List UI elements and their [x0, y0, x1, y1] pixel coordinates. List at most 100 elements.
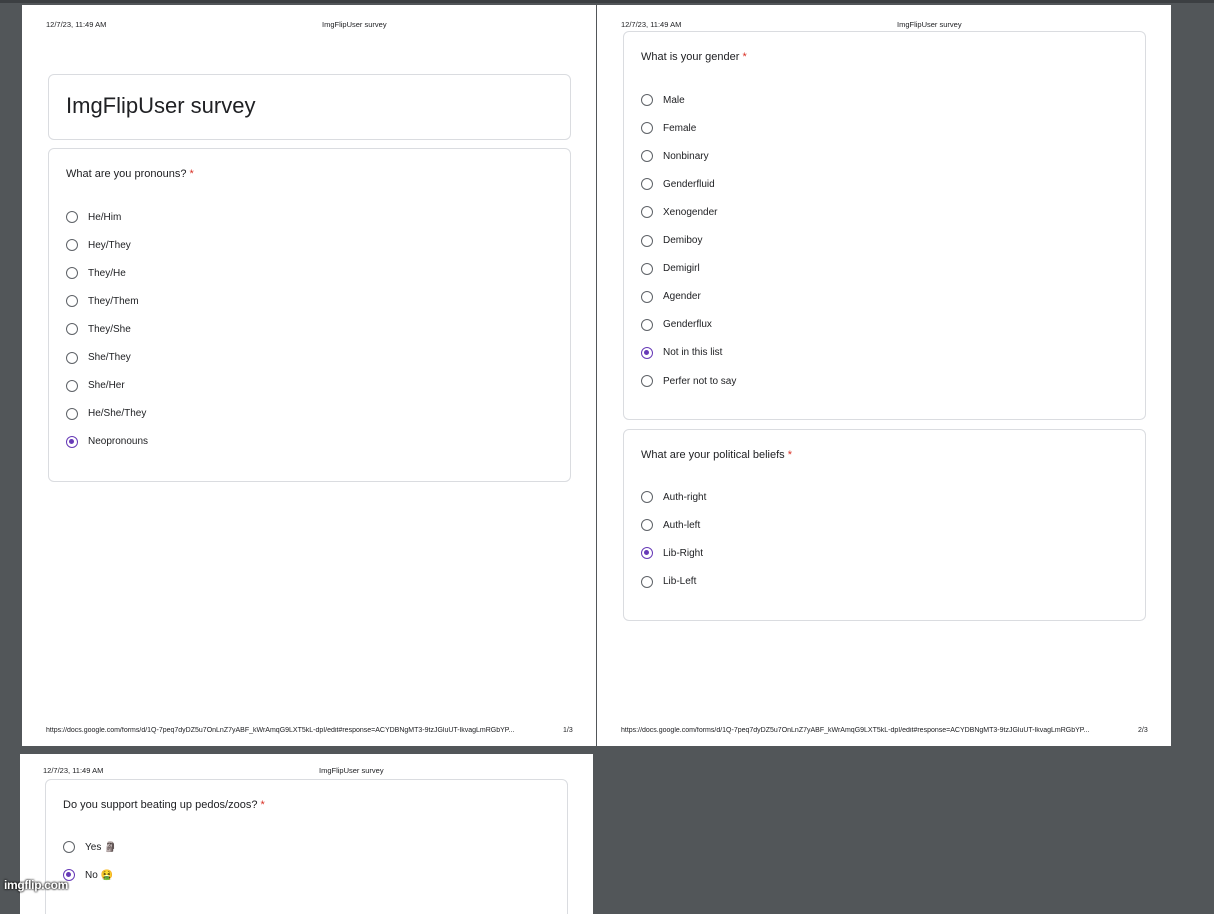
- radio-option[interactable]: They/She: [66, 321, 131, 337]
- radio-button-selected[interactable]: [641, 346, 653, 359]
- radio-option-label: They/She: [88, 323, 131, 335]
- radio-button[interactable]: [641, 491, 653, 503]
- radio-option[interactable]: Lib-Left: [641, 574, 696, 590]
- radio-option[interactable]: Male: [641, 92, 685, 108]
- radio-button[interactable]: [66, 267, 78, 280]
- radio-option[interactable]: No 🤮: [63, 867, 113, 883]
- radio-option-label: Hey/They: [88, 239, 131, 251]
- radio-option-label: She/Her: [88, 380, 125, 392]
- radio-option[interactable]: Genderflux: [641, 317, 712, 333]
- radio-option[interactable]: They/Them: [66, 293, 139, 309]
- radio-option-label: He/She/They: [88, 408, 147, 420]
- radio-option-label: Agender: [663, 291, 701, 303]
- radio-option[interactable]: Female: [641, 120, 696, 136]
- radio-button-selected[interactable]: [66, 435, 78, 448]
- question-text: What is your gender *: [641, 51, 747, 63]
- radio-option-label: Auth-right: [663, 491, 707, 503]
- radio-option[interactable]: Demigirl: [641, 261, 700, 277]
- radio-option-label: Perfer not to say: [663, 375, 737, 387]
- radio-button[interactable]: [641, 290, 653, 303]
- radio-button[interactable]: [641, 575, 653, 588]
- radio-option-label: No 🤮: [85, 869, 114, 881]
- radio-option-label: Yes 🗿: [85, 841, 117, 853]
- required-asterisk: *: [787, 449, 792, 461]
- radio-option-label: Female: [663, 122, 697, 134]
- page-header-datetime: 12/7/23, 11:49 AM: [43, 766, 104, 775]
- radio-option-label: They/Them: [88, 295, 139, 307]
- radio-option-label: She/They: [88, 352, 131, 363]
- radio-option[interactable]: Perfer not to say: [641, 373, 736, 389]
- radio-button[interactable]: [641, 262, 653, 275]
- radio-option[interactable]: Nonbinary: [641, 148, 709, 164]
- pdf-page-3: 12/7/23, 11:49 AM ImgFlipUser survey Do …: [20, 754, 593, 914]
- radio-option[interactable]: Agender: [641, 289, 701, 305]
- radio-button[interactable]: [641, 519, 653, 532]
- question-card-gender: What is your gender * Male Female Nonbinary…: [623, 31, 1146, 420]
- radio-option[interactable]: Lib-Right: [641, 545, 703, 561]
- radio-option-label: Neopronouns: [88, 436, 149, 448]
- radio-option[interactable]: Genderfluid: [641, 176, 715, 192]
- radio-button[interactable]: [66, 239, 78, 252]
- viewer-top-bar: [0, 0, 1214, 3]
- question-card-pronouns: What are you pronouns? * He/Him Hey/They Th…: [48, 148, 571, 482]
- page-header-datetime: 12/7/23, 11:49 AM: [621, 20, 682, 29]
- radio-option-label: Lib-Right: [663, 547, 704, 559]
- radio-button[interactable]: [641, 234, 653, 247]
- radio-option[interactable]: Xenogender: [641, 204, 718, 220]
- radio-option[interactable]: He/She/They: [66, 406, 146, 422]
- required-asterisk: *: [260, 799, 265, 811]
- imgflip-watermark: imgflip.com: [4, 878, 69, 892]
- form-title-card: ImgFlipUser survey: [48, 74, 571, 140]
- page-footer-url: https://docs.google.com/forms/d/1Q-7peq7…: [621, 727, 1090, 734]
- radio-option[interactable]: Not in this list: [641, 345, 722, 361]
- radio-option-label: Male: [663, 94, 685, 106]
- radio-button[interactable]: [66, 295, 78, 308]
- radio-button[interactable]: [641, 122, 653, 135]
- radio-option-label: Genderfluid: [663, 178, 715, 190]
- radio-option-label: Lib-Left: [663, 576, 697, 588]
- question-text: What are you pronouns? *: [66, 168, 194, 180]
- radio-button[interactable]: [641, 178, 653, 191]
- radio-option-label: Demiboy: [663, 235, 703, 246]
- radio-option[interactable]: She/They: [66, 350, 131, 366]
- radio-option[interactable]: Yes 🗿: [63, 839, 117, 855]
- radio-button[interactable]: [66, 379, 78, 392]
- radio-button[interactable]: [641, 206, 653, 219]
- pdf-page-2: 12/7/23, 11:49 AM ImgFlipUser survey Wha…: [597, 5, 1171, 746]
- radio-button[interactable]: [641, 94, 653, 106]
- radio-option[interactable]: She/Her: [66, 378, 125, 394]
- radio-option[interactable]: Auth-right: [641, 489, 706, 505]
- required-asterisk: *: [742, 51, 747, 63]
- radio-button[interactable]: [641, 318, 653, 331]
- radio-option[interactable]: Auth-left: [641, 517, 700, 533]
- radio-option[interactable]: Hey/They: [66, 237, 131, 253]
- radio-option-label: Genderflux: [663, 319, 712, 331]
- radio-option-label: Demigirl: [663, 263, 700, 275]
- page-footer-number: 1/3: [563, 727, 573, 734]
- radio-option-label: Auth-left: [663, 519, 701, 531]
- radio-button-selected[interactable]: [641, 547, 653, 560]
- page-header-datetime: 12/7/23, 11:49 AM: [46, 20, 107, 29]
- radio-option-label: He/Him: [88, 211, 122, 223]
- page-header-title: ImgFlipUser survey: [897, 20, 962, 29]
- question-text: What are your political beliefs *: [641, 449, 792, 461]
- radio-option-label: Nonbinary: [663, 150, 709, 162]
- radio-option[interactable]: He/Him: [66, 209, 121, 225]
- radio-option[interactable]: They/He: [66, 265, 126, 281]
- radio-option-label: Xenogender: [663, 206, 718, 218]
- radio-button[interactable]: [63, 841, 75, 853]
- question-text: Do you support beating up pedos/zoos? *: [63, 799, 265, 811]
- radio-button[interactable]: [641, 375, 653, 387]
- page-footer-number: 2/3: [1138, 727, 1148, 734]
- radio-option[interactable]: Neopronouns: [66, 434, 148, 450]
- pdf-page-1: 12/7/23, 11:49 AM ImgFlipUser survey Img…: [22, 5, 596, 746]
- radio-option[interactable]: Demiboy: [641, 233, 702, 249]
- radio-button[interactable]: [66, 407, 78, 420]
- radio-option-label: They/He: [88, 267, 126, 279]
- radio-button[interactable]: [66, 323, 78, 336]
- radio-option-label: Not in this list: [663, 347, 723, 359]
- radio-button[interactable]: [66, 211, 78, 223]
- radio-button[interactable]: [641, 150, 653, 163]
- radio-button[interactable]: [66, 351, 78, 364]
- question-card-pedos: Do you support beating up pedos/zoos? * Y…: [45, 779, 568, 914]
